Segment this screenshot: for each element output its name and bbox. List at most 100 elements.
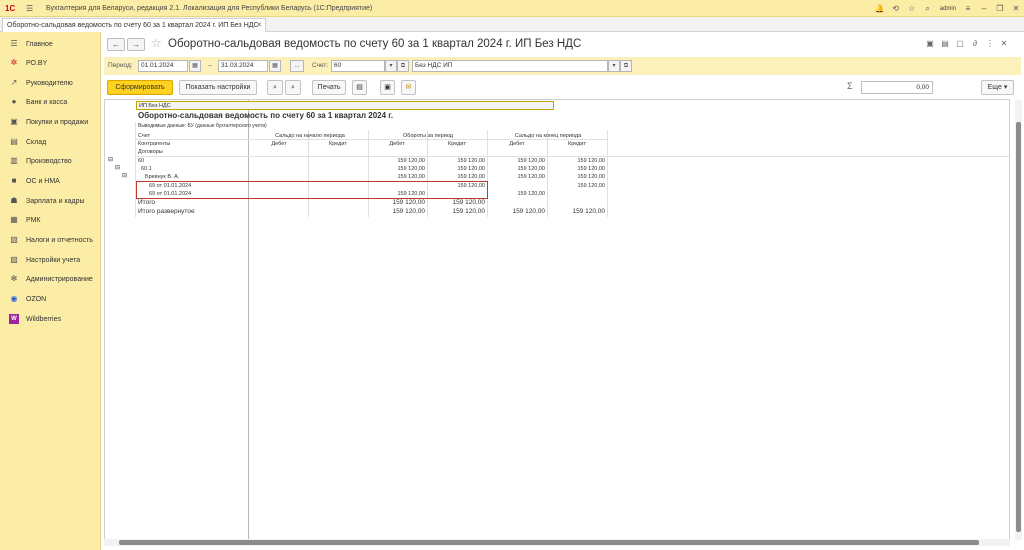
sidebar-item-label: Зарплата и кадры xyxy=(26,197,85,205)
horizontal-scrollbar[interactable] xyxy=(104,539,1010,546)
date-to-input[interactable]: 31.03.2024 xyxy=(218,60,268,72)
vertical-scrollbar[interactable] xyxy=(1015,100,1022,540)
date-from-input[interactable]: 01.01.2024 xyxy=(138,60,188,72)
back-button[interactable]: ← xyxy=(107,38,125,51)
tab-osv[interactable]: Оборотно-сальдовая ведомость по счету 60… xyxy=(2,18,266,32)
sidebar: ☰ Главное ✲ РО.BY ↗ Руководителю ● Банк и ка… xyxy=(0,32,101,550)
favorites-icon[interactable]: ☆ xyxy=(904,4,920,13)
search-cancel-button[interactable]: ⌕ xyxy=(285,80,301,95)
params-row: Период: 01.01.2024 ▦ – 31.03.2024 ▦ ... … xyxy=(104,57,1021,75)
more-vertical-icon[interactable]: ⋮ xyxy=(984,39,996,48)
save-icon[interactable]: ▣ xyxy=(924,39,936,48)
group-toggle-60-1[interactable]: ⊟ xyxy=(115,164,120,172)
account-input[interactable]: 60 xyxy=(331,60,385,72)
row-name: 69 от 01.01.2024 xyxy=(149,183,192,189)
row-turn-debit: 159 120,00 xyxy=(397,191,425,197)
print-icon[interactable]: ▤ xyxy=(939,39,951,48)
minimize-icon[interactable]: – xyxy=(976,4,992,13)
sidebar-item-wildberries[interactable]: W Wildberries xyxy=(0,310,101,328)
user-name[interactable]: admin xyxy=(940,6,956,12)
group-toggle-counterparty[interactable]: ⊟ xyxy=(122,172,127,180)
calendar-to-icon[interactable]: ▦ xyxy=(269,60,281,72)
row-name: 60 xyxy=(138,158,145,164)
app-title: Бухгалтерия для Беларуси, редакция 2.1. … xyxy=(46,4,373,12)
sidebar-item-production[interactable]: ▥ Производство xyxy=(0,152,101,170)
account-dropdown-icon[interactable]: ▾ xyxy=(385,60,397,72)
col-turnover: Обороты за период xyxy=(403,133,453,139)
history-icon[interactable]: ⟲ xyxy=(888,4,904,13)
sidebar-item-roby[interactable]: ✲ РО.BY xyxy=(0,54,101,72)
report-org: ИП Без НДС xyxy=(136,101,554,110)
sidebar-item-taxes[interactable]: ▧ Налоги и отчетность xyxy=(0,231,101,249)
truck-icon: ■ xyxy=(11,176,17,185)
search-cancel-icon: ⌕ xyxy=(291,84,295,91)
org-dropdown-icon[interactable]: ▾ xyxy=(608,60,620,72)
sidebar-item-label: Производство xyxy=(26,157,72,165)
dash: – xyxy=(208,62,212,69)
save-button[interactable]: ▣ xyxy=(380,80,395,95)
report-sheet[interactable]: ИП Без НДС Оборотно-сальдовая ведомость … xyxy=(104,99,1010,540)
sidebar-item-label: Налоги и отчетность xyxy=(26,236,93,244)
sidebar-item-settings[interactable]: ▨ Настройки учета xyxy=(0,251,101,269)
row-turn-credit: 159 120,00 xyxy=(457,183,485,189)
gear-icon: ✻ xyxy=(10,274,18,283)
report-output: Выводимые данные: БУ (данные бухгалтерск… xyxy=(138,123,267,129)
sidebar-item-pos[interactable]: ▦ РМК xyxy=(0,211,101,229)
window-icon[interactable]: ▢ xyxy=(954,39,966,48)
row-close-credit: 159 120,00 xyxy=(577,158,605,164)
main-menu-icon[interactable]: ☰ xyxy=(26,4,36,13)
save-icon: ▣ xyxy=(384,84,391,91)
sidebar-item-admin[interactable]: ✻ Администрирование xyxy=(0,270,101,288)
search-button[interactable]: ⌕ xyxy=(267,80,283,95)
row-turn-debit: 159 120,00 xyxy=(397,166,425,172)
row-name: 69 от 01.01.2024 xyxy=(149,191,192,197)
print-button[interactable]: Печать xyxy=(312,80,346,95)
bell-icon[interactable]: 🔔 xyxy=(872,4,888,13)
row-close-credit: 159 120,00 xyxy=(577,183,605,189)
account-open-icon[interactable]: ⧉ xyxy=(397,60,409,72)
mail-button[interactable]: ✉ xyxy=(401,80,416,95)
sidebar-item-purchases[interactable]: ▣ Покупки и продажи xyxy=(0,113,101,131)
vertical-scroll-thumb[interactable] xyxy=(1016,122,1021,532)
sidebar-item-label: Администрирование xyxy=(26,275,93,283)
sidebar-item-ozon[interactable]: ◉ OZON xyxy=(0,290,101,308)
row-name: 60.1 xyxy=(141,166,152,172)
page-title: Оборотно-сальдовая ведомость по счету 60… xyxy=(168,38,582,50)
sum-field: 0,00 xyxy=(861,81,933,94)
forward-button[interactable]: → xyxy=(127,38,145,51)
more-button[interactable]: Еще ▾ xyxy=(981,80,1014,95)
tab-close-icon[interactable]: ✕ xyxy=(256,21,262,29)
organization-input[interactable]: Без НДС ИП xyxy=(412,60,608,72)
group-toggle-60[interactable]: ⊟ xyxy=(108,156,113,164)
calendar-from-icon[interactable]: ▦ xyxy=(189,60,201,72)
period-select-button[interactable]: ... xyxy=(290,60,304,72)
horizontal-scroll-thumb[interactable] xyxy=(119,540,979,545)
link-icon[interactable]: ∂ xyxy=(969,39,981,48)
search-icon[interactable]: ⌕ xyxy=(920,4,936,14)
sidebar-item-bank[interactable]: ● Банк и касса xyxy=(0,93,101,111)
sidebar-item-manager[interactable]: ↗ Руководителю xyxy=(0,74,101,92)
settings-menu-icon[interactable]: ≡ xyxy=(960,4,976,13)
generate-button[interactable]: Сформировать xyxy=(107,80,173,95)
settings-doc-icon: ▨ xyxy=(10,255,18,264)
sidebar-item-assets[interactable]: ■ ОС и НМА xyxy=(0,172,101,190)
sidebar-item-salary[interactable]: ☗ Зарплата и кадры xyxy=(0,192,101,210)
tab-bar: Оборотно-сальдовая ведомость по счету 60… xyxy=(0,17,1024,32)
sidebar-item-warehouse[interactable]: ▤ Склад xyxy=(0,133,101,151)
col-account: Счет xyxy=(138,133,151,139)
close-icon[interactable]: ✕ xyxy=(1008,4,1024,13)
org-open-icon[interactable]: ⧉ xyxy=(620,60,632,72)
col-opening-balance: Сальдо на начало периода xyxy=(275,133,345,139)
sidebar-item-main[interactable]: ☰ Главное xyxy=(0,35,101,53)
people-icon: ☗ xyxy=(10,196,18,205)
show-settings-button[interactable]: Показать настройки xyxy=(179,80,257,95)
warehouse-icon: ▤ xyxy=(10,137,18,146)
report-icon: ▧ xyxy=(10,235,18,244)
sidebar-item-label: Руководителю xyxy=(26,79,73,87)
row-turn-credit: 159 120,00 xyxy=(457,158,485,164)
restore-icon[interactable]: ❐ xyxy=(992,4,1008,13)
preview-button[interactable]: ▤ xyxy=(352,80,367,95)
close-form-icon[interactable]: ✕ xyxy=(998,39,1010,48)
col-close-credit: Кредит xyxy=(567,141,586,147)
favorite-star-icon[interactable]: ☆ xyxy=(151,36,162,50)
